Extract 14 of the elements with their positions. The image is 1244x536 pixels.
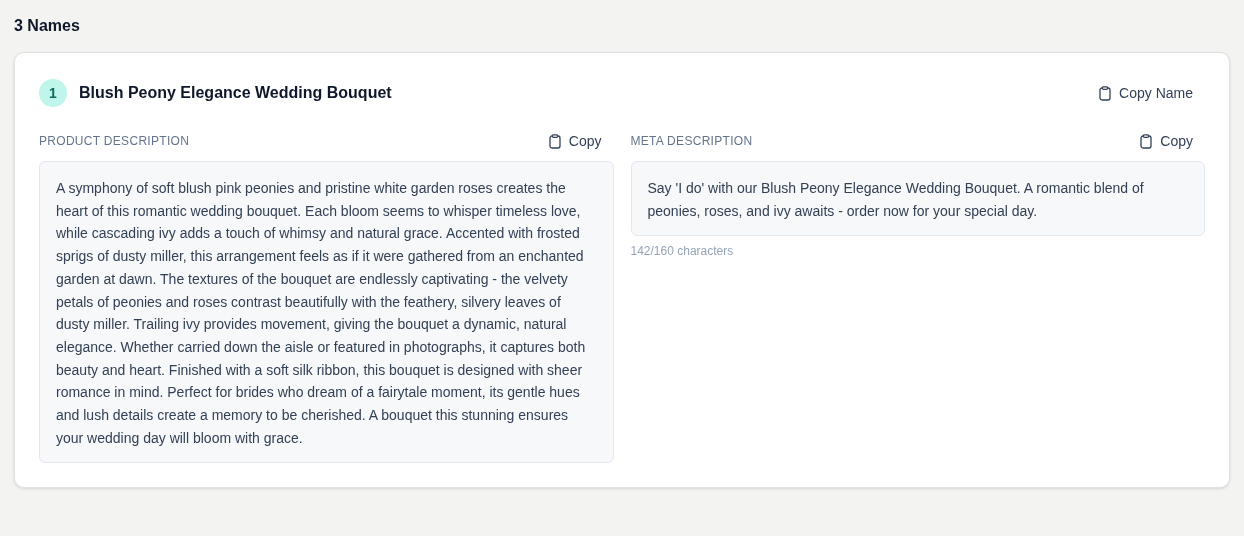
clipboard-icon [1099, 85, 1112, 101]
description-text: Say 'I do' with our Blush Peony Elegance Wedding Bouquet. A romantic blend of peonies, roses, and ivy awaits - order now for your special day. [630, 161, 1205, 237]
copy-name-button[interactable]: Copy Name [1099, 85, 1205, 101]
clipboard-icon [548, 133, 561, 149]
section-label: META DESCRIPTION [630, 134, 753, 148]
product-name: Blush Peony Elegance Wedding Bouquet [79, 84, 393, 102]
character-count: 142/160 characters [630, 244, 735, 259]
clipboard-icon [1140, 133, 1153, 149]
number-badge: 1 [39, 79, 67, 107]
section-label: PRODUCT DESCRIPTION [39, 134, 190, 148]
description-text: A symphony of soft blush pink peonies and pristine white garden roses creates the heart of this romantic wedding bouquet. Each bloom seems to whisper timeless love, while cascading ivy adds a touch of whimsy and natural grace. Accented with frosted sprigs of dusty miller, this arrangement feels as if it were gathered from an enchanted garden at dawn. The textures of the bouquet are endlessly captivating - the velvety petals of peonies and roses contrast beautifully with the feathery, silvery leaves of dusty miller. Trailing ivy provides movement, giving the bouquet a dynamic, natural elegance. Whether carried down the aisle or featured in photographs, it captures both beauty and heart. Finished with a soft silk ribbon, this bouquet is designed with sheer romance in mind. Perfect for brides who dream of a fairytale moment, its gentle hues and lush details create a memory to be cherished. A bouquet this stunning ensures your wedding day will bloom with grace. [39, 161, 614, 464]
copy-button[interactable]: Copy [1140, 133, 1205, 149]
copy-button[interactable]: Copy [548, 133, 614, 149]
section-heading: 3 Names [14, 17, 81, 35]
